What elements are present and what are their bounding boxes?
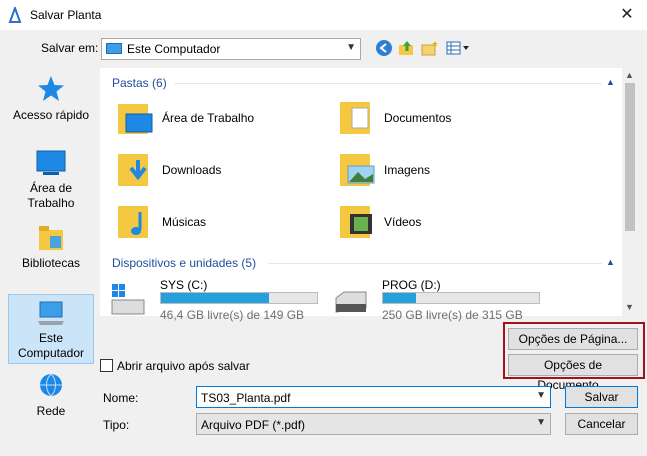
drive-usage-bar xyxy=(382,292,540,304)
place-network[interactable]: Rede xyxy=(8,372,94,419)
downloads-folder-icon xyxy=(118,154,148,186)
group-divider xyxy=(268,263,602,264)
up-folder-icon[interactable] xyxy=(398,39,416,57)
file-list-view[interactable]: Pastas (6) ▲ Área de Trabalho Documentos… xyxy=(100,68,638,322)
place-label: Rede xyxy=(36,404,66,418)
folder-label: Músicas xyxy=(162,215,207,229)
computer-icon xyxy=(106,43,122,54)
folder-item-pictures[interactable]: Imagens xyxy=(338,150,538,190)
new-folder-icon[interactable] xyxy=(421,39,439,57)
view-menu-icon[interactable] xyxy=(445,39,471,57)
scroll-down-icon[interactable]: ▼ xyxy=(625,302,634,312)
hard-drive-icon xyxy=(335,291,367,313)
folder-item-music[interactable]: Músicas xyxy=(116,202,316,242)
place-libraries[interactable]: Bibliotecas xyxy=(8,224,94,271)
drive-usage-bar xyxy=(160,292,318,304)
back-icon[interactable] xyxy=(375,39,393,57)
folder-item-downloads[interactable]: Downloads xyxy=(116,150,316,190)
group-divider xyxy=(174,83,602,84)
chevron-down-icon[interactable]: ▼ xyxy=(536,390,546,401)
pictures-folder-icon xyxy=(340,154,375,186)
vertical-scrollbar[interactable]: ▲ ▼ xyxy=(622,68,638,316)
computer-icon xyxy=(38,301,64,325)
file-name-value: TS03_Planta.pdf xyxy=(201,391,291,405)
folders-group-header[interactable]: Pastas (6) xyxy=(112,76,167,90)
save-in-combo[interactable]: Este Computador ▼ xyxy=(101,38,361,60)
desktop-icon xyxy=(36,150,66,175)
windows-drive-icon xyxy=(111,284,145,315)
library-icon xyxy=(39,226,63,250)
place-desktop[interactable]: Área de Trabalho xyxy=(8,149,94,211)
save-button[interactable]: Salvar xyxy=(565,386,638,408)
cancel-button[interactable]: Cancelar xyxy=(565,413,638,435)
document-options-button[interactable]: Opções de Documento... xyxy=(508,354,638,392)
place-label: Este Computador xyxy=(17,331,85,360)
place-label: Área de Trabalho xyxy=(27,181,75,210)
save-in-value: Este Computador xyxy=(127,42,221,56)
collapse-chevron-icon[interactable]: ▲ xyxy=(606,257,615,267)
videos-folder-icon xyxy=(340,206,372,238)
network-globe-icon xyxy=(40,373,62,397)
name-label: Nome: xyxy=(103,391,139,405)
folder-label: Área de Trabalho xyxy=(162,111,255,125)
open-after-save-checkbox[interactable] xyxy=(100,359,113,372)
chevron-down-icon: ▼ xyxy=(536,417,546,428)
app-logo-icon xyxy=(8,7,22,23)
place-this-pc[interactable]: Este Computador xyxy=(8,294,94,364)
drive-free-space: 250 GB livre(s) de 315 GB xyxy=(382,308,523,322)
open-after-save-label: Abrir arquivo após salvar xyxy=(117,359,250,373)
documents-folder-icon xyxy=(340,102,370,134)
folder-label: Vídeos xyxy=(384,215,422,229)
place-label: Acesso rápido xyxy=(12,108,90,122)
type-label: Tipo: xyxy=(103,418,130,432)
music-folder-icon xyxy=(118,206,148,238)
window-title: Salvar Planta xyxy=(30,8,102,22)
folder-item-documents[interactable]: Documentos xyxy=(338,98,538,138)
file-name-input[interactable]: TS03_Planta.pdf ▼ xyxy=(196,386,551,408)
places-bar: Acesso rápido Área de Trabalho Bibliotec… xyxy=(3,64,95,454)
drive-item-c[interactable]: SYS (C:) 46,4 GB livre(s) de 149 GB xyxy=(110,276,330,322)
scroll-thumb[interactable] xyxy=(625,83,635,231)
folder-label: Downloads xyxy=(162,163,222,177)
star-icon xyxy=(38,76,64,101)
folder-label: Documentos xyxy=(384,111,452,125)
drive-name: SYS (C:) xyxy=(160,278,208,292)
drive-name: PROG (D:) xyxy=(382,278,441,292)
chevron-down-icon: ▼ xyxy=(346,42,356,53)
drive-usage-fill xyxy=(161,293,269,303)
devices-group-header[interactable]: Dispositivos e unidades (5) xyxy=(112,256,256,270)
file-type-value: Arquivo PDF (*.pdf) xyxy=(201,418,306,432)
folder-label: Imagens xyxy=(384,163,431,177)
drive-free-space: 46,4 GB livre(s) de 149 GB xyxy=(160,308,305,322)
place-label: Bibliotecas xyxy=(21,256,81,270)
drive-item-d[interactable]: PROG (D:) 250 GB livre(s) de 315 GB xyxy=(332,276,552,322)
scroll-up-icon[interactable]: ▲ xyxy=(625,70,634,80)
desktop-folder-icon xyxy=(118,104,153,134)
file-type-select[interactable]: Arquivo PDF (*.pdf) ▼ xyxy=(196,413,551,435)
folder-item-desktop[interactable]: Área de Trabalho xyxy=(116,98,316,138)
drive-usage-fill xyxy=(383,293,416,303)
collapse-chevron-icon[interactable]: ▲ xyxy=(606,77,615,87)
save-in-label: Salvar em: xyxy=(41,41,99,55)
page-options-button[interactable]: Opções de Página... xyxy=(508,328,638,350)
place-quick-access[interactable]: Acesso rápido xyxy=(8,74,94,123)
folder-item-videos[interactable]: Vídeos xyxy=(338,202,538,242)
close-icon[interactable]: ✕ xyxy=(616,4,638,26)
title-bar: Salvar Planta ✕ xyxy=(0,0,647,30)
